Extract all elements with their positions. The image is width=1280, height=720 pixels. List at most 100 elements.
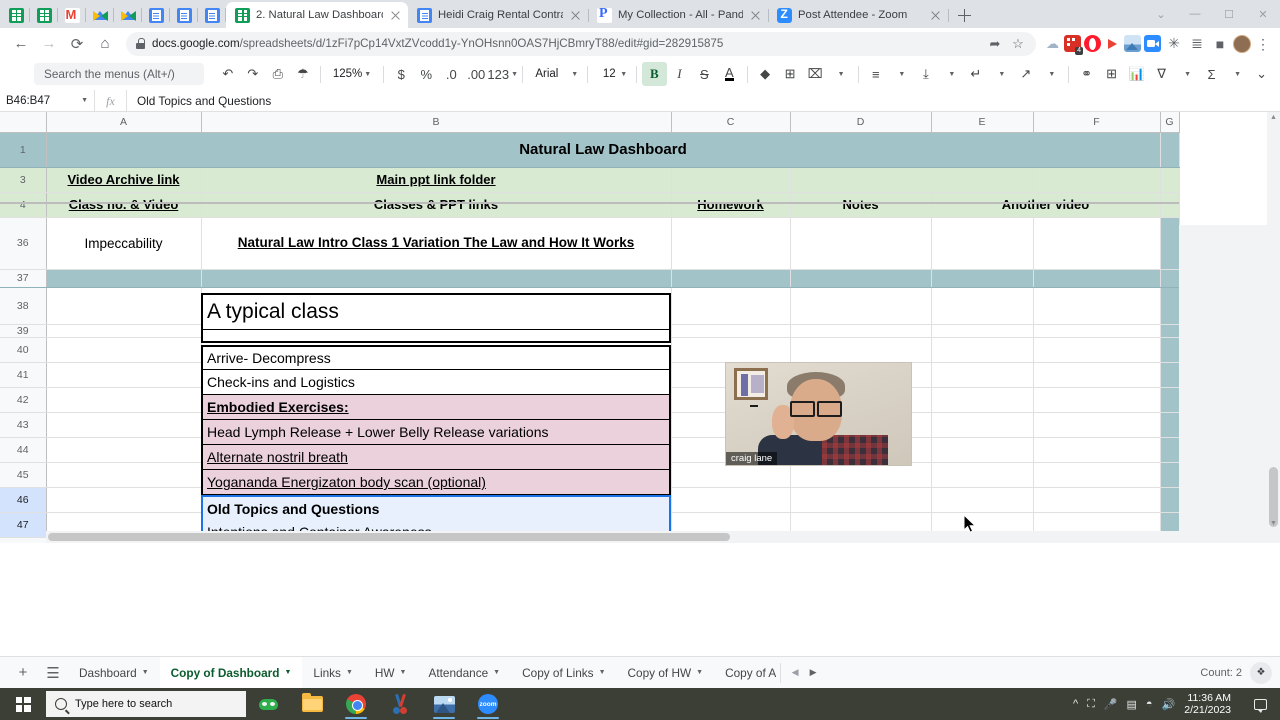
cell-a38[interactable] [46, 287, 202, 325]
cell-a4[interactable]: Class no. & Video [46, 192, 202, 218]
cell-g46[interactable] [1160, 487, 1180, 513]
print-button[interactable]: ⎙ [265, 62, 290, 86]
row-header-38[interactable]: 38 [0, 287, 47, 325]
taskbar-app-chrome[interactable] [334, 688, 378, 720]
merge-cells-dropdown[interactable]: ▼ [828, 62, 853, 86]
chevron-down-icon[interactable]: ▼ [493, 669, 500, 676]
cell-a41[interactable] [46, 362, 202, 388]
sheet-tab-attendance[interactable]: Attendance ▼ [417, 657, 511, 689]
zoom-selector[interactable]: 125% ▼ [326, 63, 378, 85]
sheet-tab-links[interactable]: Links ▼ [302, 657, 363, 689]
cell-b4[interactable]: Classes & PPT links [201, 192, 672, 218]
select-all-corner[interactable] [0, 112, 47, 133]
side-panel-icon[interactable]: ■ [1210, 36, 1230, 52]
play-icon[interactable] [1104, 35, 1121, 52]
cell-c40[interactable] [671, 337, 791, 363]
cell-c3[interactable] [671, 167, 791, 193]
cell-g45[interactable] [1160, 462, 1180, 488]
font-family-selector[interactable]: Arial ▼ [527, 68, 582, 80]
cell-e42[interactable] [931, 387, 1034, 413]
row-header-45[interactable]: 45 [0, 462, 47, 488]
chevron-down-icon[interactable]: ▼ [142, 669, 149, 676]
cell-g38[interactable] [1160, 287, 1180, 325]
cell-f44[interactable] [1033, 437, 1161, 463]
cell-g3[interactable] [1160, 167, 1180, 193]
row-header-4[interactable]: 4 [0, 192, 47, 218]
cell-c39[interactable] [671, 324, 791, 338]
vertical-scrollbar[interactable]: ▲ ▼ [1267, 112, 1280, 543]
row-header-43[interactable]: 43 [0, 412, 47, 438]
cell-a42[interactable] [46, 387, 202, 413]
row-header-44[interactable]: 44 [0, 437, 47, 463]
zoom-extension-icon[interactable] [1144, 35, 1161, 52]
horizontal-align-dropdown[interactable]: ▼ [888, 62, 913, 86]
minimize-button[interactable]: — [1178, 0, 1212, 28]
insert-chart-button[interactable]: 📊 [1124, 62, 1149, 86]
cell-c36[interactable] [671, 217, 791, 270]
row-header-36[interactable]: 36 [0, 217, 47, 270]
column-header-g[interactable]: G [1160, 112, 1180, 133]
cell-a37[interactable] [46, 269, 202, 288]
taskbar-app-snip-sketch[interactable] [378, 688, 422, 720]
functions-button[interactable]: Σ [1199, 62, 1224, 86]
sheet-tab-copy-of-links[interactable]: Copy of Links ▼ [511, 657, 616, 689]
name-box[interactable]: B46:B47 ▼ [0, 90, 95, 111]
text-wrap-button[interactable]: ↵ [963, 62, 988, 86]
pinned-tab-drive-2[interactable] [114, 2, 142, 28]
cell-c37[interactable] [671, 269, 791, 288]
pinned-tab-sheets-2[interactable] [30, 2, 58, 28]
cell-c46[interactable] [671, 487, 791, 513]
webcam-video-overlay[interactable]: craig lane [725, 362, 912, 466]
column-header-a[interactable]: A [46, 112, 202, 133]
chevron-down-icon[interactable]: ▼ [599, 669, 606, 676]
cell-f3[interactable] [1033, 167, 1161, 193]
text-wrap-dropdown[interactable]: ▼ [988, 62, 1013, 86]
cell-a43[interactable] [46, 412, 202, 438]
cell-e39[interactable] [931, 324, 1034, 338]
cell-d4[interactable]: Notes [790, 192, 932, 218]
cell-d46[interactable] [790, 487, 932, 513]
back-button[interactable]: ← [8, 31, 34, 57]
text-color-button[interactable]: A [717, 62, 742, 86]
cell-g42[interactable] [1160, 387, 1180, 413]
outline-row-39[interactable] [201, 330, 671, 343]
row-header-47[interactable]: 47 [0, 512, 47, 538]
bold-button[interactable]: B [641, 62, 667, 86]
chevron-down-icon[interactable]: ▼ [400, 669, 407, 676]
cell-f40[interactable] [1033, 337, 1161, 363]
image-icon[interactable] [1124, 35, 1141, 52]
functions-dropdown[interactable]: ▼ [1224, 62, 1249, 86]
row-header-46[interactable]: 46 [0, 487, 47, 513]
taskbar-app-zoom[interactable]: zoom [466, 688, 510, 720]
cell-f37[interactable] [1033, 269, 1161, 288]
puzzle-piece-icon[interactable]: ✳ [1164, 35, 1184, 52]
increase-decimal-button[interactable]: .00 [464, 62, 489, 86]
close-icon[interactable] [569, 9, 582, 22]
italic-button[interactable]: I [667, 62, 692, 86]
outline-row-41[interactable]: Check-ins and Logistics [201, 370, 671, 395]
paint-format-button[interactable]: ☂ [290, 62, 315, 86]
cell-e41[interactable] [931, 362, 1034, 388]
cell-a36[interactable]: Impeccability [46, 217, 202, 270]
cell-e45[interactable] [931, 462, 1034, 488]
outline-row-40[interactable]: Arrive- Decompress [201, 345, 671, 370]
sheet-tab-dashboard[interactable]: Dashboard ▼ [68, 657, 160, 689]
battery-icon[interactable]: ▤ [1127, 698, 1137, 711]
text-rotation-button[interactable]: ↗ [1013, 62, 1038, 86]
cell-d38[interactable] [790, 287, 932, 325]
outline-row-46-selected[interactable]: Old Topics and Questions [201, 495, 671, 520]
sheet-tab-prev-button[interactable]: ◀ [787, 667, 803, 678]
cell-e40[interactable] [931, 337, 1034, 363]
outline-row-42[interactable]: Embodied Exercises: [201, 395, 671, 420]
action-center-button[interactable] [1246, 688, 1274, 720]
row-header-1[interactable]: 1 [0, 132, 47, 168]
collapse-toolbar-button[interactable]: ⌄ [1249, 62, 1274, 86]
cell-e43[interactable] [931, 412, 1034, 438]
close-icon[interactable] [389, 9, 402, 22]
row-header-37[interactable]: 37 [0, 269, 47, 288]
vertical-align-dropdown[interactable]: ▼ [938, 62, 963, 86]
home-button[interactable]: ⌂ [92, 31, 118, 57]
start-button[interactable] [0, 688, 46, 720]
pinned-tab-docs-3[interactable] [198, 2, 226, 28]
taskbar-app-photos[interactable] [422, 688, 466, 720]
